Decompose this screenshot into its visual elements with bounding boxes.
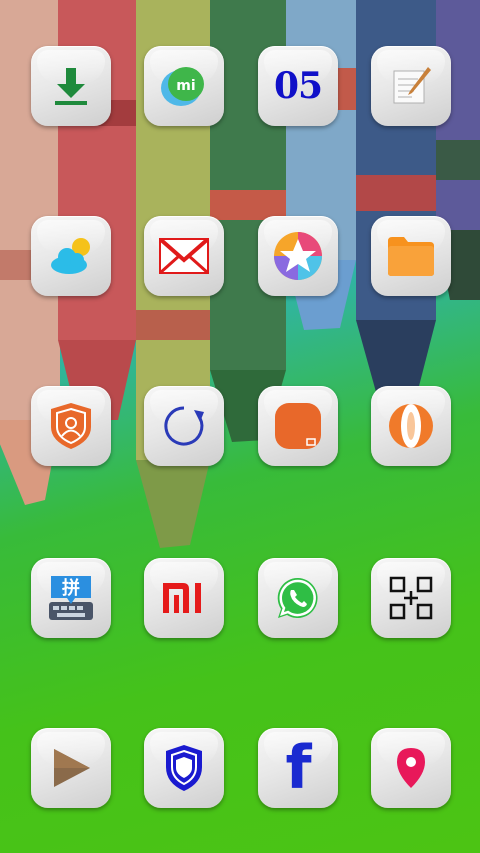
svg-text:mi: mi [176,78,195,94]
map-location-pin-icon [397,748,425,788]
app-facebook[interactable]: f [258,728,338,808]
app-files[interactable] [371,216,451,296]
app-shield[interactable] [144,728,224,808]
app-refresh[interactable] [144,386,224,466]
app-mi-store[interactable] [144,558,224,638]
circular-arrow-refresh-icon [164,406,204,446]
app-pinyin-keyboard[interactable]: 拼 [31,558,111,638]
app-orange-square[interactable] [258,386,338,466]
security-shield-person-icon [51,403,91,449]
mi-chat-bubble-icon: mi [161,67,204,106]
app-play[interactable] [31,728,111,808]
star-gallery-icon [274,232,322,280]
notepad-pencil-icon [393,67,431,104]
app-gallery[interactable] [258,216,338,296]
envelope-mail-icon [159,238,209,274]
calendar-date-icon: 05 [273,65,323,107]
app-weather[interactable] [31,216,111,296]
pinyin-keyboard-icon: 拼 [49,576,93,620]
folder-file-manager-icon [388,237,434,276]
app-mail[interactable] [144,216,224,296]
orange-rounded-square-icon [275,403,321,449]
app-calendar[interactable]: 05 [258,46,338,126]
app-download[interactable] [31,46,111,126]
app-maps[interactable] [371,728,451,808]
svg-text:拼: 拼 [62,577,80,599]
app-whatsapp[interactable] [258,558,338,638]
app-mi-chat[interactable]: mi [144,46,224,126]
mi-logo-icon [163,583,201,613]
app-notes[interactable] [371,46,451,126]
download-arrow-icon [55,68,87,105]
app-browser[interactable] [371,386,451,466]
weather-sun-cloud-icon [51,238,90,274]
app-scanner[interactable] [371,558,451,638]
whatsapp-phone-icon [277,577,318,618]
app-grid: mi 05 拼 f [0,0,480,853]
orange-browser-globe-icon [389,404,433,448]
play-triangle-icon [54,749,90,787]
app-security[interactable] [31,386,111,466]
home-screen: mi 05 拼 f [0,0,480,853]
shield-blue-icon [166,745,202,791]
qr-scanner-icon [389,576,433,620]
facebook-f-icon: f [285,733,311,803]
